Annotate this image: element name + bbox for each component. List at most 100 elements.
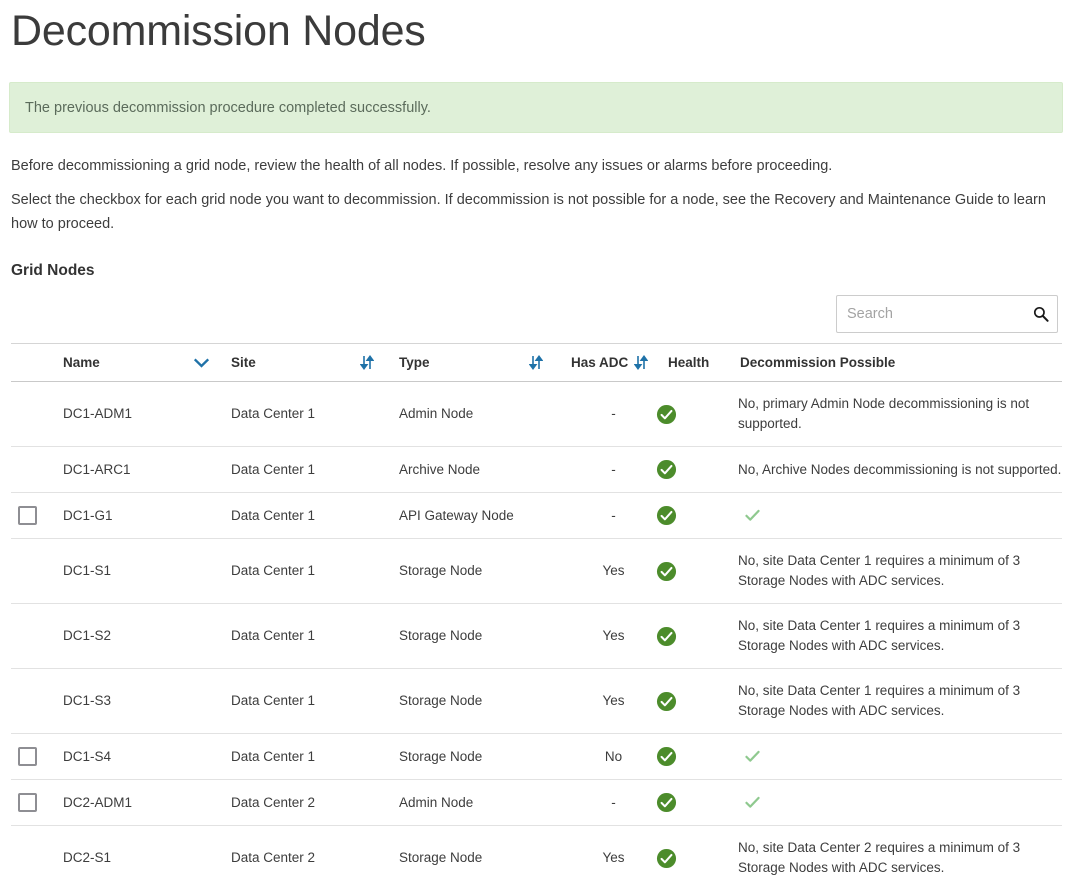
cell-health bbox=[656, 826, 738, 890]
table-header: Name Site bbox=[11, 344, 1062, 382]
cell-name: DC1-ARC1 bbox=[11, 447, 231, 493]
chevron-down-icon[interactable] bbox=[194, 358, 209, 368]
grid-nodes-heading: Grid Nodes bbox=[0, 236, 1072, 280]
cell-has-adc: No bbox=[571, 734, 656, 780]
health-ok-icon bbox=[656, 461, 677, 476]
column-header-site[interactable]: Site bbox=[231, 344, 399, 382]
cell-has-adc: - bbox=[571, 447, 656, 493]
node-name: DC1-S3 bbox=[63, 691, 111, 711]
node-name: DC1-G1 bbox=[63, 506, 113, 526]
node-name: DC1-S4 bbox=[63, 747, 111, 767]
node-name: DC1-S2 bbox=[63, 626, 111, 646]
cell-has-adc: - bbox=[571, 780, 656, 826]
decommission-reason-text: No, site Data Center 1 requires a minimu… bbox=[738, 551, 1062, 591]
table-row: DC1-S4 Data Center 1Storage NodeNo bbox=[11, 734, 1062, 780]
table-row: DC1-S1Data Center 1Storage NodeYesNo, si… bbox=[11, 539, 1062, 604]
intro-paragraph-2: Select the checkbox for each grid node y… bbox=[11, 178, 1051, 236]
row-checkbox[interactable] bbox=[18, 506, 37, 525]
sort-updown-icon[interactable] bbox=[529, 355, 543, 370]
cell-type: Storage Node bbox=[399, 826, 571, 890]
cell-decommission-possible: No, primary Admin Node decommissioning i… bbox=[738, 382, 1062, 447]
table-row: DC1-ADM1 Data Center 1Admin Node- No, prim… bbox=[11, 382, 1062, 447]
decommission-reason-text: No, site Data Center 1 requires a minimu… bbox=[738, 616, 1062, 656]
row-checkbox-slot[interactable] bbox=[11, 747, 63, 766]
cell-type: Archive Node bbox=[399, 447, 571, 493]
column-header-type[interactable]: Type bbox=[399, 344, 571, 382]
decommission-allowed-check-icon bbox=[738, 508, 760, 523]
row-checkbox[interactable] bbox=[18, 793, 37, 812]
grid-nodes-table: Name Site bbox=[11, 343, 1062, 890]
health-ok-icon bbox=[656, 628, 677, 643]
cell-health bbox=[656, 734, 738, 780]
cell-name: DC1-S4 bbox=[11, 734, 231, 780]
health-ok-icon bbox=[656, 563, 677, 578]
column-header-type-label: Type bbox=[399, 355, 430, 370]
success-alert-text: The previous decommission procedure comp… bbox=[10, 100, 431, 116]
search-row bbox=[0, 280, 1072, 333]
cell-has-adc: Yes bbox=[571, 604, 656, 669]
grid-nodes-table-container: Name Site bbox=[0, 333, 1072, 890]
cell-has-adc: Yes bbox=[571, 669, 656, 734]
decommission-reason-text: No, site Data Center 2 requires a minimu… bbox=[738, 838, 1062, 878]
row-checkbox-slot[interactable] bbox=[11, 793, 63, 812]
intro-paragraph-1: Before decommissioning a grid node, revi… bbox=[11, 133, 1061, 178]
decommission-reason-text: No, Archive Nodes decommissioning is not… bbox=[738, 460, 1062, 480]
search-box bbox=[836, 295, 1058, 333]
success-alert: The previous decommission procedure comp… bbox=[9, 82, 1063, 133]
cell-decommission-possible bbox=[738, 734, 1062, 780]
node-name: DC1-S1 bbox=[63, 561, 111, 581]
cell-decommission-possible: No, site Data Center 1 requires a minimu… bbox=[738, 669, 1062, 734]
cell-has-adc: - bbox=[571, 382, 656, 447]
cell-name: DC1-G1 bbox=[11, 493, 231, 539]
health-ok-icon bbox=[656, 507, 677, 522]
sort-updown-icon[interactable] bbox=[360, 355, 374, 370]
cell-decommission-possible: No, site Data Center 2 requires a minimu… bbox=[738, 826, 1062, 890]
cell-decommission-possible bbox=[738, 780, 1062, 826]
row-checkbox-slot[interactable] bbox=[11, 506, 63, 525]
decommission-nodes-page: Decommission Nodes The previous decommis… bbox=[0, 0, 1072, 827]
table-body: DC1-ADM1Data Center 1Admin Node-No, prim… bbox=[11, 382, 1062, 890]
search-input[interactable] bbox=[836, 295, 1058, 333]
cell-type: Storage Node bbox=[399, 734, 571, 780]
decommission-allowed-check-icon bbox=[738, 749, 760, 764]
health-ok-icon bbox=[656, 850, 677, 865]
table-row: DC1-S2Data Center 1Storage NodeYesNo, si… bbox=[11, 604, 1062, 669]
cell-health bbox=[656, 539, 738, 604]
table-row: DC1-ARC1Data Center 1Archive Node- No, Ar… bbox=[11, 447, 1062, 493]
cell-has-adc: - bbox=[571, 493, 656, 539]
cell-health bbox=[656, 382, 738, 447]
cell-type: Storage Node bbox=[399, 669, 571, 734]
cell-type: Storage Node bbox=[399, 539, 571, 604]
cell-site: Data Center 1 bbox=[231, 604, 399, 669]
decommission-reason-text: No, site Data Center 1 requires a minimu… bbox=[738, 681, 1062, 721]
cell-site: Data Center 1 bbox=[231, 539, 399, 604]
intro-text-block: Before decommissioning a grid node, revi… bbox=[0, 133, 1072, 236]
health-ok-icon bbox=[656, 748, 677, 763]
cell-health bbox=[656, 447, 738, 493]
table-row: DC2-S1Data Center 2Storage NodeYesNo, si… bbox=[11, 826, 1062, 890]
row-checkbox[interactable] bbox=[18, 747, 37, 766]
cell-site: Data Center 1 bbox=[231, 447, 399, 493]
sort-updown-icon[interactable] bbox=[634, 355, 648, 370]
cell-decommission-possible bbox=[738, 493, 1062, 539]
cell-name: DC1-S3 bbox=[11, 669, 231, 734]
column-header-decommission-possible-label: Decommission Possible bbox=[740, 355, 895, 370]
cell-site: Data Center 1 bbox=[231, 382, 399, 447]
column-header-health-label: Health bbox=[668, 355, 709, 370]
cell-type: Admin Node bbox=[399, 382, 571, 447]
cell-site: Data Center 1 bbox=[231, 734, 399, 780]
column-header-name[interactable]: Name bbox=[11, 344, 231, 382]
cell-site: Data Center 1 bbox=[231, 669, 399, 734]
node-name: DC1-ADM1 bbox=[63, 404, 132, 424]
decommission-allowed-check-icon bbox=[738, 795, 760, 810]
table-row: DC1-G1Data Center 1API Gateway Node- bbox=[11, 493, 1062, 539]
cell-name: DC2-S1 bbox=[11, 826, 231, 890]
cell-name: DC2-ADM1 bbox=[11, 780, 231, 826]
health-ok-icon bbox=[656, 406, 677, 421]
cell-name: DC1-S1 bbox=[11, 539, 231, 604]
node-name: DC2-S1 bbox=[63, 848, 111, 868]
column-header-has-adc[interactable]: Has ADC bbox=[571, 344, 656, 382]
column-header-decommission-possible: Decommission Possible bbox=[738, 344, 1062, 382]
cell-type: Admin Node bbox=[399, 780, 571, 826]
column-header-site-label: Site bbox=[231, 355, 256, 370]
